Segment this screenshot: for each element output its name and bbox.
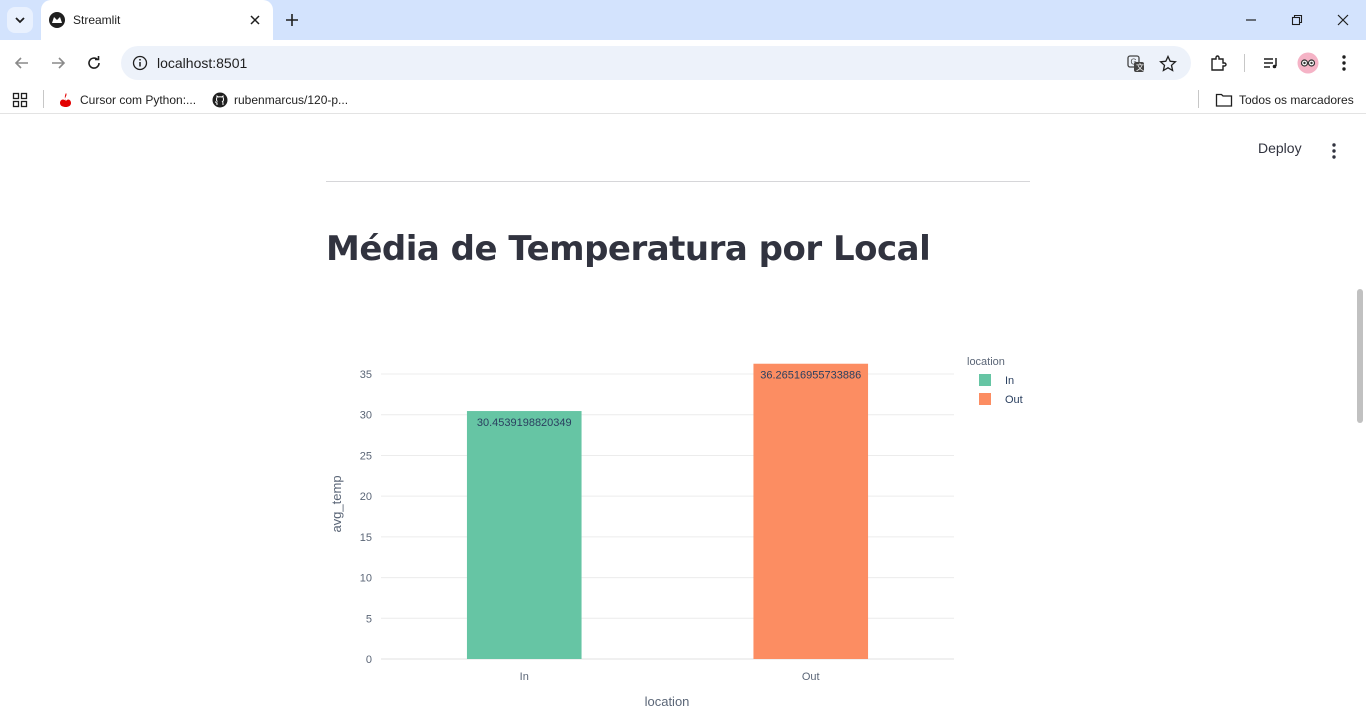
media-controls-button[interactable]	[1257, 49, 1285, 77]
legend-title: location	[967, 356, 1005, 368]
streamlit-app: Deploy Média de Temperatura por Local 30…	[0, 121, 1366, 720]
legend-swatch	[979, 393, 991, 405]
bookmarks-divider	[43, 90, 44, 108]
chart-legend[interactable]: location In Out	[967, 356, 1023, 406]
y-tick-label: 15	[360, 532, 372, 544]
profile-button[interactable]	[1294, 49, 1322, 77]
bookmark-label: rubenmarcus/120-p...	[234, 93, 349, 107]
more-vertical-icon	[1332, 143, 1336, 159]
y-tick-label: 25	[360, 450, 372, 462]
tab-strip: Streamlit	[0, 0, 1366, 40]
bookmark-item[interactable]: Cursor com Python:...	[58, 90, 196, 110]
divider	[326, 181, 1030, 182]
bar-data-label: 36.26516955733886	[760, 370, 861, 382]
y-tick-label: 20	[360, 491, 372, 503]
puzzle-icon	[1211, 55, 1227, 71]
close-window-button[interactable]	[1320, 0, 1366, 40]
bar-data-label: 30.4539198820349	[477, 417, 572, 429]
avatar	[1297, 52, 1319, 74]
translate-icon[interactable]: G 文	[1126, 54, 1146, 74]
legend-swatch	[979, 374, 991, 386]
y-tick-label: 5	[366, 613, 372, 625]
bookmark-star-icon[interactable]	[1158, 54, 1178, 74]
arrow-right-icon	[52, 57, 66, 69]
chevron-down-icon	[15, 17, 25, 24]
site-info-icon[interactable]	[131, 54, 149, 72]
browser-toolbar: localhost:8501 G 文	[0, 40, 1366, 86]
address-bar[interactable]: localhost:8501 G 文	[121, 46, 1191, 80]
x-tick-label: In	[520, 671, 529, 683]
bar-chart: 30.4539198820349 36.26516955733886 0 5 10 15…	[329, 356, 1023, 709]
page-scrollbar[interactable]	[1357, 289, 1363, 423]
chart-ticks: 0 5 10 15 20 25 30 35 In Out	[360, 369, 820, 683]
chart-bars: 30.4539198820349 36.26516955733886	[466, 363, 869, 659]
y-tick-label: 10	[360, 573, 372, 585]
media-queue-icon	[1264, 58, 1277, 69]
toolbar-divider	[1244, 54, 1245, 72]
close-icon	[1337, 14, 1349, 26]
bookmark-item[interactable]: rubenmarcus/120-p...	[212, 90, 348, 110]
legend-entry[interactable]: Out	[1005, 394, 1023, 406]
forward-button[interactable]	[44, 49, 72, 77]
tab-close-button[interactable]	[245, 10, 265, 30]
browser-tab[interactable]: Streamlit	[41, 0, 273, 40]
y-tick-label: 35	[360, 369, 372, 381]
url-text: localhost:8501	[157, 55, 248, 71]
deploy-button[interactable]: Deploy	[1258, 140, 1302, 156]
arrow-left-icon	[14, 57, 28, 69]
x-axis-label: location	[645, 694, 690, 709]
bar-out[interactable]	[753, 363, 869, 659]
app-menu-button[interactable]	[1324, 141, 1344, 161]
more-vertical-icon	[1342, 55, 1346, 71]
reload-button[interactable]	[80, 49, 108, 77]
bookmark-label: Cursor com Python:...	[80, 93, 197, 107]
all-bookmarks-button[interactable]: Todos os marcadores	[1215, 90, 1354, 110]
y-axis-label: avg_temp	[329, 475, 344, 532]
streamlit-icon	[49, 12, 65, 28]
extensions-button[interactable]	[1204, 49, 1232, 77]
back-button[interactable]	[8, 49, 36, 77]
tab-title: Streamlit	[73, 13, 121, 27]
apps-grid-icon	[12, 92, 28, 108]
close-icon	[250, 15, 260, 25]
restore-button[interactable]	[1274, 0, 1320, 40]
apps-button[interactable]	[12, 90, 34, 110]
restore-icon	[1291, 14, 1303, 26]
y-tick-label: 30	[360, 410, 372, 422]
minimize-button[interactable]	[1228, 0, 1274, 40]
bar-in[interactable]	[466, 411, 582, 659]
santander-icon	[60, 93, 71, 107]
reload-icon	[88, 56, 100, 69]
bookmarks-divider	[1198, 90, 1199, 108]
y-tick-label: 0	[366, 654, 372, 666]
bookmarks-bar: Cursor com Python:... rubenmarcus/120-p.…	[0, 86, 1366, 114]
svg-text:文: 文	[1136, 62, 1144, 72]
tab-search-button[interactable]	[7, 7, 33, 33]
page-title: Média de Temperatura por Local	[326, 229, 931, 269]
x-tick-label: Out	[802, 671, 820, 683]
github-icon	[212, 92, 228, 108]
minimize-icon	[1246, 19, 1256, 21]
browser-menu-button[interactable]	[1330, 49, 1358, 77]
new-tab-button[interactable]	[280, 8, 304, 32]
legend-entry[interactable]: In	[1005, 375, 1014, 387]
folder-icon	[1215, 93, 1233, 107]
plus-icon	[286, 14, 298, 26]
all-bookmarks-label: Todos os marcadores	[1239, 93, 1354, 107]
